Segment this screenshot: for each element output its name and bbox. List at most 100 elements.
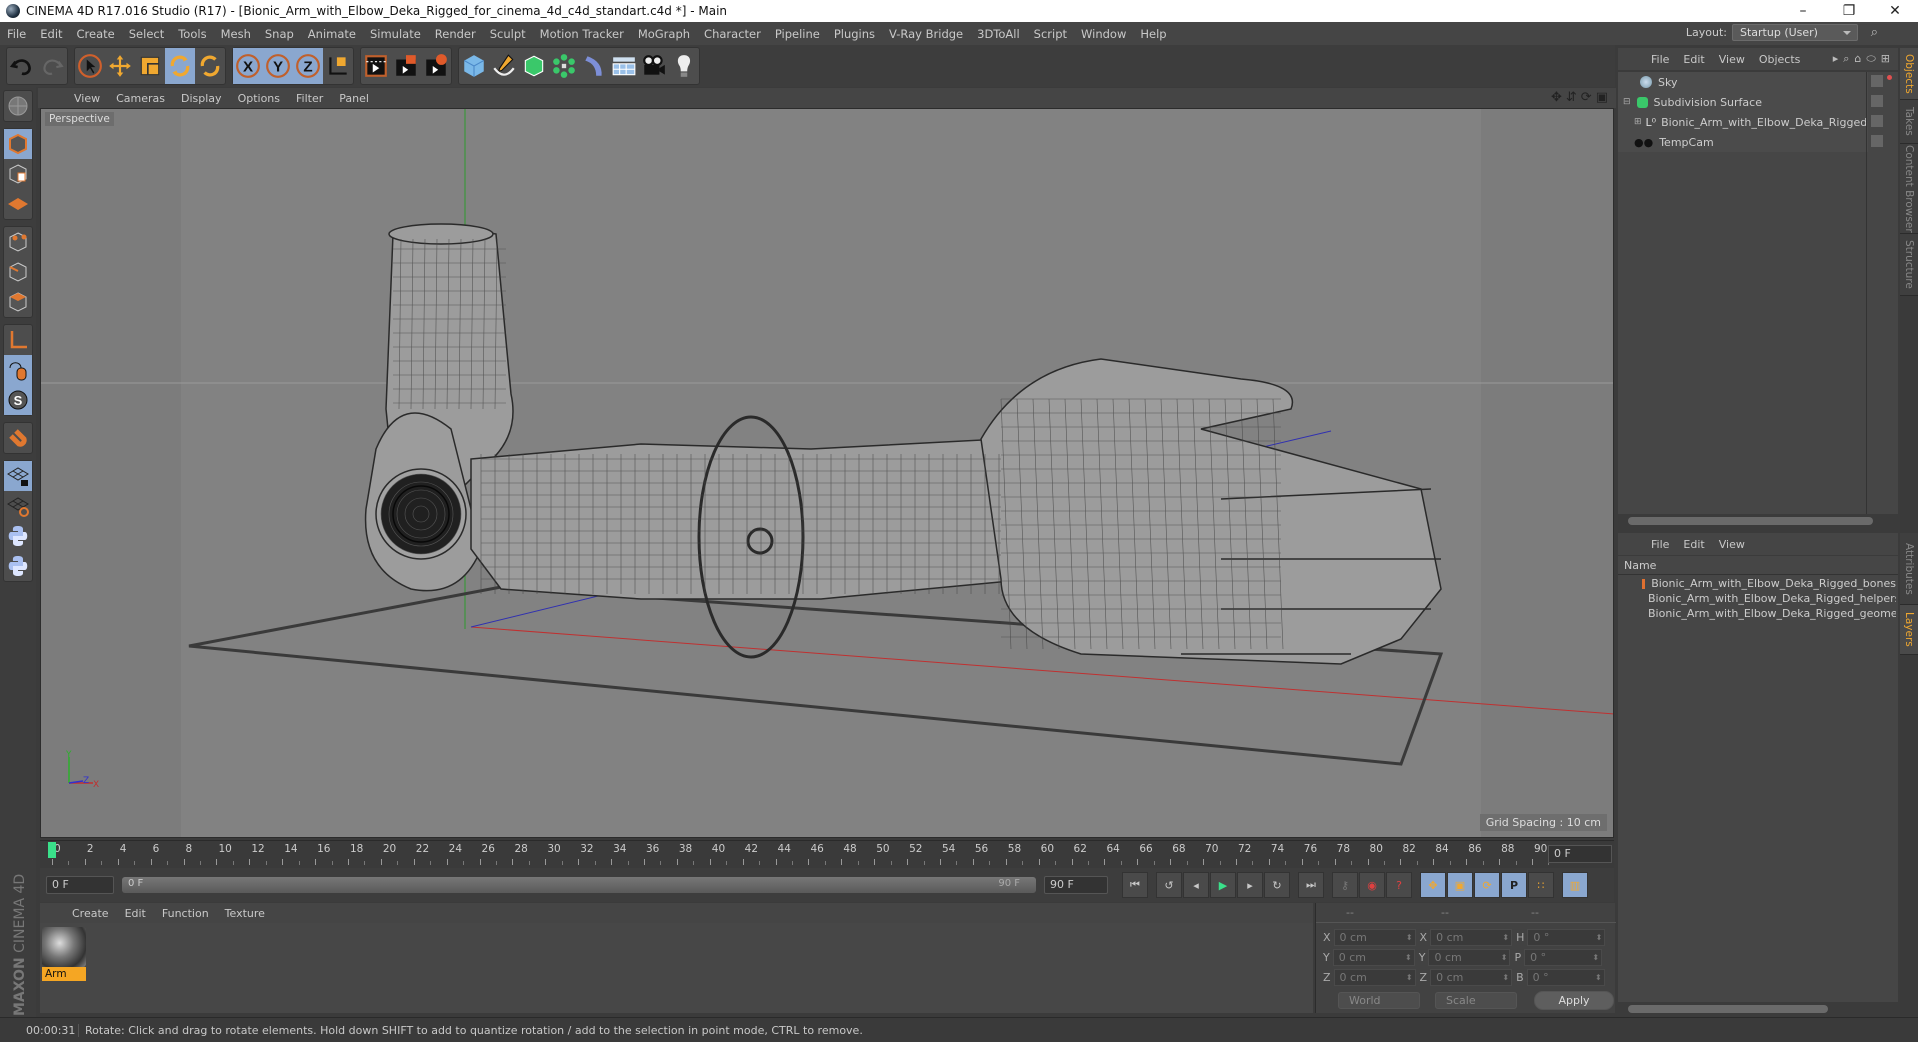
layer-row-bones[interactable]: Bionic_Arm_with_Elbow_Deka_Rigged_bones [1618,576,1896,591]
editor-dot-sky[interactable] [1887,75,1892,80]
axis-mode-icon[interactable] [4,325,32,355]
model-mode-icon[interactable] [4,129,32,159]
lock-workplane-icon[interactable] [4,461,32,491]
light-icon[interactable] [669,48,699,84]
apply-button[interactable]: Apply [1534,991,1614,1010]
polygons-mode-icon[interactable] [4,287,32,317]
object-menu-objects[interactable]: Objects [1752,53,1808,66]
tab-takes[interactable]: Takes [1900,100,1918,144]
redo-icon[interactable] [37,48,67,84]
menu-tools[interactable]: Tools [171,27,213,41]
layer-menu-view[interactable]: View [1712,538,1752,551]
menu-motion-tracker[interactable]: Motion Tracker [533,27,631,41]
layer-row-helpers[interactable]: Bionic_Arm_with_Elbow_Deka_Rigged_helper… [1618,591,1896,606]
size-mode-dropdown[interactable]: Scale [1435,992,1517,1009]
tab-objects[interactable]: Objects [1900,48,1918,100]
menu-select[interactable]: Select [122,27,171,41]
tweak-mode-icon[interactable] [4,355,32,385]
menu-pipeline[interactable]: Pipeline [768,27,827,41]
camera-icon[interactable] [639,48,669,84]
expand-toggle-icon[interactable]: ⊞ [1634,117,1642,127]
param-key-icon[interactable]: P [1501,872,1527,898]
search-icon[interactable]: ⌕ [1871,25,1878,40]
x-axis-icon[interactable]: X [233,48,263,84]
object-horizontal-scrollbar[interactable] [1618,514,1898,528]
scale-key-icon[interactable]: ▣ [1447,872,1473,898]
current-frame-field[interactable]: 0 F [1548,845,1612,863]
viewport-menu-filter[interactable]: Filter [288,92,331,105]
z-axis-icon[interactable]: Z [293,48,323,84]
material-menu-function[interactable]: Function [154,907,217,920]
position-y-field[interactable]: 0 cm [1332,949,1415,966]
minimize-button[interactable]: – [1780,0,1826,22]
tab-structure[interactable]: Structure [1900,234,1918,296]
record-disabled-icon[interactable]: ⚷ [1332,872,1358,898]
playhead[interactable] [48,842,56,858]
size-y-field[interactable]: 0 cm [1428,949,1511,966]
pen-spline-icon[interactable] [489,48,519,84]
menu-vray-bridge[interactable]: V-Ray Bridge [882,27,970,41]
timeline-icon[interactable]: ▥ [1562,872,1588,898]
workplane-icon[interactable] [4,491,32,521]
viewport-menu-display[interactable]: Display [173,92,230,105]
next-frame-icon[interactable]: ▸ [1237,872,1263,898]
python-script-icon[interactable] [4,551,32,581]
close-button[interactable]: ✕ [1872,0,1918,22]
visibility-toggle-arm[interactable] [1871,115,1883,127]
python-icon[interactable] [4,521,32,551]
frame-range-slider[interactable]: 0 F 90 F [122,877,1036,893]
menu-script[interactable]: Script [1027,27,1074,41]
menu-plugins[interactable]: Plugins [827,27,882,41]
menu-character[interactable]: Character [697,27,768,41]
layer-menu-edit[interactable]: Edit [1676,538,1711,551]
menu-simulate[interactable]: Simulate [363,27,428,41]
material-menu-create[interactable]: Create [64,907,117,920]
end-frame-field[interactable]: 90 F [1044,876,1108,894]
menu-file[interactable]: File [0,27,33,41]
menu-render[interactable]: Render [428,27,483,41]
visibility-toggle-subdivision[interactable] [1871,95,1883,107]
select-pointer-icon[interactable] [75,48,105,84]
viewport-menu-view[interactable]: View [66,92,108,105]
object-row-tempcam[interactable]: ●● TempCam [1618,132,1868,152]
tab-attributes[interactable]: Attributes [1900,533,1918,605]
material-arm[interactable]: Arm [42,927,86,981]
viewport-menu-panel[interactable]: Panel [331,92,377,105]
object-search-icon[interactable]: ⌕ [1843,52,1849,66]
object-menu-view[interactable]: View [1712,53,1752,66]
next-key-icon[interactable]: ↻ [1264,872,1290,898]
keyframe-selection-icon[interactable]: ? [1386,872,1412,898]
workplane-mode-icon[interactable] [4,189,32,219]
rotate-icon[interactable] [165,48,195,84]
tab-content-browser[interactable]: Content Browser [1900,144,1918,234]
menu-create[interactable]: Create [70,27,122,41]
menu-mesh[interactable]: Mesh [214,27,258,41]
magnet-icon[interactable] [4,423,32,453]
menu-sculpt[interactable]: Sculpt [483,27,533,41]
move-key-icon[interactable]: ✥ [1420,872,1446,898]
layout-dropdown[interactable]: Startup (User) [1732,24,1858,41]
undo-icon[interactable] [7,48,37,84]
coordinate-system-icon[interactable] [323,48,353,84]
3d-viewport[interactable]: Perspective Y Z X Grid Spacing : 10 cm [40,108,1614,838]
menu-help[interactable]: Help [1133,27,1173,41]
goto-end-icon[interactable]: ⏭ [1298,872,1324,898]
move-icon[interactable] [105,48,135,84]
menu-more-icon[interactable]: ▸ [1833,52,1839,66]
layer-color-swatch[interactable] [1642,578,1646,589]
array-icon[interactable] [549,48,579,84]
size-x-field[interactable]: 0 cm [1430,929,1513,946]
viewport-menu-options[interactable]: Options [230,92,288,105]
object-filter-icon[interactable]: ⬭ [1866,52,1875,66]
layer-menu-file[interactable]: File [1644,538,1676,551]
autokey-icon[interactable]: ◉ [1359,872,1385,898]
collapse-toggle-icon[interactable]: ⊟ [1623,97,1631,107]
render-settings-icon[interactable] [421,48,451,84]
scale-icon[interactable] [135,48,165,84]
rotate-key-icon[interactable]: ⟳ [1474,872,1500,898]
rotation-b-field[interactable]: 0 ° [1526,969,1605,986]
cube-icon[interactable] [459,48,489,84]
timeline-ruler[interactable]: 0 2 4 6 8 10 12 14 16 18 20 22 24 26 28 30 32 34 36 38 40 42 4… [40,840,1614,868]
render-view-icon[interactable] [361,48,391,84]
menu-edit[interactable]: Edit [33,27,69,41]
